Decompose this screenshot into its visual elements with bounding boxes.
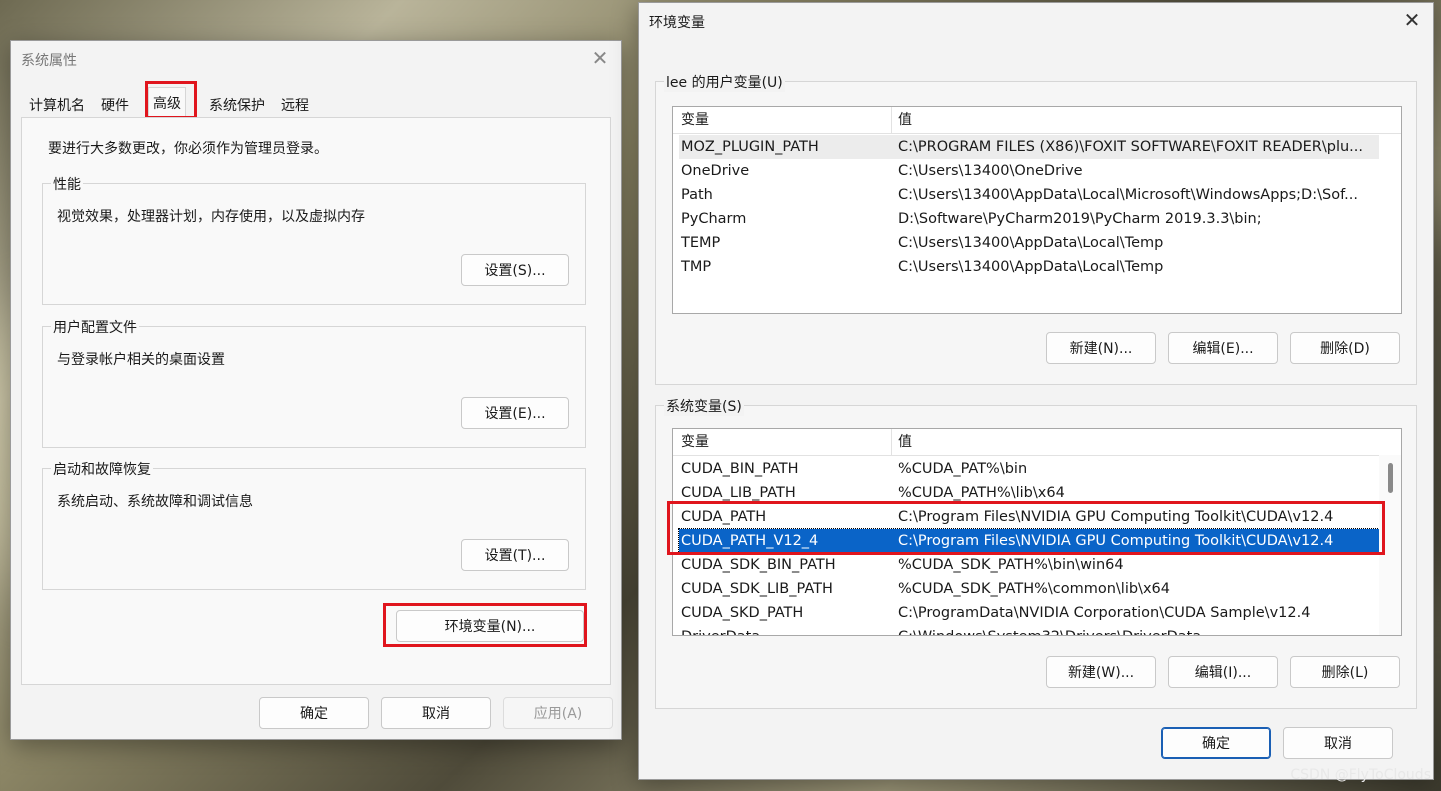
variable-value: C:\Users\13400\OneDrive (898, 163, 1083, 179)
list-item[interactable]: TMP C:\Users\13400\AppData\Local\Temp (679, 255, 1379, 279)
variable-value: C:\Users\13400\AppData\Local\Temp (898, 259, 1164, 275)
environment-variables-window: 环境变量 ✕ lee 的用户变量(U) 变量 值 MOZ_PLUGIN_PATH… (638, 2, 1434, 780)
user-variables-group: lee 的用户变量(U) 变量 值 MOZ_PLUGIN_PATH C:\PROG… (655, 72, 1417, 385)
variable-value: %CUDA_SDK_PATH%\common\lib\x64 (898, 581, 1170, 597)
user-new-button[interactable]: 新建(N)... (1046, 332, 1156, 364)
column-header-variable[interactable]: 变量 (681, 429, 709, 455)
user-profile-settings-button[interactable]: 设置(E)... (461, 397, 569, 429)
variable-name: CUDA_SDK_BIN_PATH (681, 557, 836, 573)
cancel-button[interactable]: 取消 (381, 697, 491, 729)
titlebar: 环境变量 ✕ (639, 3, 1433, 39)
column-divider (891, 107, 892, 133)
performance-group: 性能 视觉效果，处理器计划，内存使用，以及虚拟内存 设置(S)... (42, 174, 586, 305)
highlight-box (667, 501, 1385, 555)
tab-system-protection[interactable]: 系统保护 (205, 93, 269, 119)
variable-value: D:\Software\PyCharm2019\PyCharm 2019.3.3… (898, 211, 1262, 227)
list-header: 变量 值 (673, 429, 1401, 456)
user-variables-list[interactable]: 变量 值 MOZ_PLUGIN_PATH C:\PROGRAM FILES (X8… (672, 106, 1402, 314)
advanced-panel: 要进行大多数更改，你必须作为管理员登录。 性能 视觉效果，处理器计划，内存使用，… (21, 117, 611, 685)
variable-name: TEMP (681, 235, 721, 251)
system-properties-window: 系统属性 ✕ 计算机名 硬件 高级 系统保护 远程 要进行大多数更改，你必须作为… (10, 40, 622, 740)
startup-recovery-desc: 系统启动、系统故障和调试信息 (57, 494, 253, 510)
list-item[interactable]: DriverData C:\Windows\System32\Drivers\Dr… (679, 625, 1379, 635)
variable-value: C:\Users\13400\AppData\Local\Temp (898, 235, 1164, 251)
column-header-variable[interactable]: 变量 (681, 107, 709, 133)
list-header: 变量 值 (673, 107, 1401, 134)
user-delete-button[interactable]: 删除(D) (1290, 332, 1400, 364)
column-divider (891, 429, 892, 455)
user-variables-label: lee 的用户变量(U) (664, 72, 785, 92)
startup-settings-button[interactable]: 设置(T)... (461, 539, 569, 571)
list-item[interactable]: PyCharm D:\Software\PyCharm2019\PyCharm 2… (679, 207, 1379, 231)
tab-remote[interactable]: 远程 (277, 93, 313, 119)
window-title: 环境变量 (649, 15, 705, 31)
variable-name: MOZ_PLUGIN_PATH (681, 139, 819, 155)
variable-name: TMP (681, 259, 712, 275)
variable-value: C:\PROGRAM FILES (X86)\FOXIT SOFTWARE\FO… (898, 139, 1363, 155)
admin-note: 要进行大多数更改，你必须作为管理员登录。 (48, 141, 328, 157)
window-title: 系统属性 (21, 53, 77, 69)
variable-value: C:\Users\13400\AppData\Local\Microsoft\W… (898, 187, 1358, 203)
system-new-button[interactable]: 新建(W)... (1046, 656, 1156, 688)
variable-name: DriverData (681, 625, 760, 635)
column-header-value[interactable]: 值 (898, 429, 912, 455)
list-item[interactable]: CUDA_SDK_BIN_PATH %CUDA_SDK_PATH%\bin\win… (679, 553, 1379, 577)
list-item[interactable]: MOZ_PLUGIN_PATH C:\PROGRAM FILES (X86)\FO… (679, 135, 1379, 159)
performance-desc: 视觉效果，处理器计划，内存使用，以及虚拟内存 (57, 209, 365, 225)
close-icon[interactable]: ✕ (1399, 7, 1425, 33)
startup-recovery-label: 启动和故障恢复 (51, 459, 153, 479)
variable-name: CUDA_SDK_LIB_PATH (681, 581, 833, 597)
list-item[interactable]: CUDA_BIN_PATH %CUDA_PAT%\bin (679, 457, 1379, 481)
user-edit-button[interactable]: 编辑(E)... (1168, 332, 1278, 364)
watermark: CSDN @FlyToClouds (1290, 767, 1431, 783)
tab-hardware[interactable]: 硬件 (97, 93, 133, 119)
performance-label: 性能 (51, 174, 83, 194)
startup-recovery-group: 启动和故障恢复 系统启动、系统故障和调试信息 设置(T)... (42, 459, 586, 590)
user-profile-desc: 与登录帐户相关的桌面设置 (57, 352, 225, 368)
ok-button[interactable]: 确定 (1161, 727, 1271, 759)
variable-name: PyCharm (681, 211, 747, 227)
variable-name: Path (681, 187, 713, 203)
list-item[interactable]: TEMP C:\Users\13400\AppData\Local\Temp (679, 231, 1379, 255)
variable-value: %CUDA_SDK_PATH%\bin\win64 (898, 557, 1124, 573)
titlebar: 系统属性 ✕ (11, 41, 621, 77)
performance-settings-button[interactable]: 设置(S)... (461, 254, 569, 286)
user-profile-group: 用户配置文件 与登录帐户相关的桌面设置 设置(E)... (42, 317, 586, 448)
system-variables-label: 系统变量(S) (664, 396, 744, 416)
scrollbar-thumb[interactable] (1388, 463, 1393, 493)
variable-value: C:\ProgramData\NVIDIA Corporation\CUDA S… (898, 605, 1311, 621)
system-edit-button[interactable]: 编辑(I)... (1168, 656, 1278, 688)
list-item[interactable]: CUDA_SDK_LIB_PATH %CUDA_SDK_PATH%\common\… (679, 577, 1379, 601)
user-profile-label: 用户配置文件 (51, 317, 139, 337)
highlight-box (383, 603, 587, 647)
cancel-button[interactable]: 取消 (1283, 727, 1393, 759)
column-header-value[interactable]: 值 (898, 107, 912, 133)
apply-button[interactable]: 应用(A) (503, 697, 613, 729)
variable-name: CUDA_BIN_PATH (681, 461, 799, 477)
list-item[interactable]: Path C:\Users\13400\AppData\Local\Microso… (679, 183, 1379, 207)
variable-value: C:\Windows\System32\Drivers\DriverData (898, 625, 1201, 635)
variable-name: OneDrive (681, 163, 750, 179)
variable-name: CUDA_SKD_PATH (681, 605, 804, 621)
variable-value: %CUDA_PAT%\bin (898, 461, 1028, 477)
system-variables-group: 系统变量(S) 变量 值 CUDA_BIN_PATH %CUDA_PAT%\bin… (655, 396, 1417, 709)
list-item[interactable]: OneDrive C:\Users\13400\OneDrive (679, 159, 1379, 183)
list-item[interactable]: CUDA_SKD_PATH C:\ProgramData\NVIDIA Corpo… (679, 601, 1379, 625)
tab-computer-name[interactable]: 计算机名 (25, 93, 89, 119)
close-icon[interactable]: ✕ (587, 45, 613, 71)
system-delete-button[interactable]: 删除(L) (1290, 656, 1400, 688)
highlight-box (145, 81, 197, 119)
ok-button[interactable]: 确定 (259, 697, 369, 729)
